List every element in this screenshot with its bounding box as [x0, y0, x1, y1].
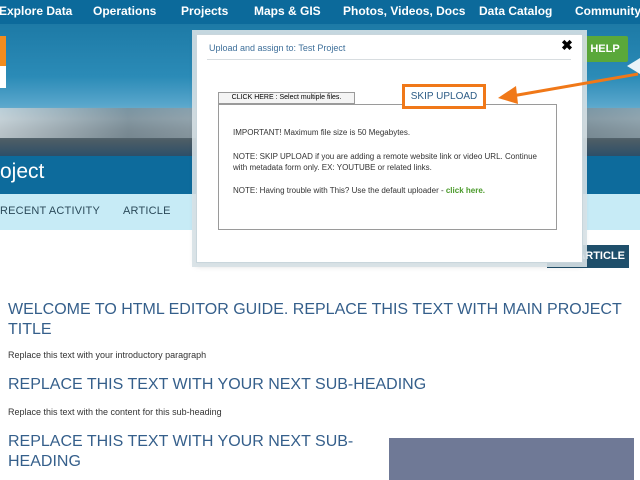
sub-heading-1: REPLACE THIS TEXT WITH YOUR NEXT SUB-HEA…	[8, 376, 427, 393]
main-title: WELCOME TO HTML EDITOR GUIDE. REPLACE TH…	[8, 301, 622, 338]
orange-arrow-icon	[498, 72, 639, 104]
important-note: IMPORTANT! Maximum file size is 50 Megab…	[233, 128, 411, 137]
tab-recent-activity[interactable]: RECENT ACTIVITY	[0, 205, 100, 217]
nav-operations[interactable]: Operations	[93, 4, 156, 18]
nav-projects[interactable]: Projects	[181, 4, 228, 18]
project-title: oject	[0, 160, 45, 183]
trouble-note-text: NOTE: Having trouble with This? Use the …	[233, 186, 446, 195]
site-logo-strip	[0, 66, 6, 88]
close-icon[interactable]: ✖	[560, 38, 574, 52]
trouble-note: NOTE: Having trouble with This? Use the …	[233, 185, 553, 196]
nav-explore-data[interactable]: Explore Data	[0, 4, 72, 18]
sub-heading-1-text: Replace this text with the content for t…	[8, 407, 222, 417]
content-image	[389, 438, 634, 480]
tab-article[interactable]: ARTICLE	[123, 205, 171, 217]
help-button[interactable]: HELP	[582, 36, 628, 62]
sub-heading-2: REPLACE THIS TEXT WITH YOUR NEXT SUB-HEA…	[8, 433, 354, 470]
nav-community[interactable]: Community	[575, 4, 640, 18]
select-files-button[interactable]: CLICK HERE : Select multiple files.	[218, 92, 355, 104]
skip-upload-note: NOTE: SKIP UPLOAD if you are adding a re…	[233, 152, 537, 172]
nav-photos-videos-docs[interactable]: Photos, Videos, Docs	[343, 4, 465, 18]
nav-maps-gis[interactable]: Maps & GIS	[254, 4, 321, 18]
modal-title: Upload and assign to: Test Project	[209, 43, 346, 53]
top-nav: Explore Data Operations Projects Maps & …	[0, 0, 640, 24]
nav-data-catalog[interactable]: Data Catalog	[479, 4, 552, 18]
upload-info-box: IMPORTANT! Maximum file size is 50 Megab…	[218, 104, 557, 230]
intro-paragraph: Replace this text with your introductory…	[8, 350, 207, 360]
skip-upload-button[interactable]: SKIP UPLOAD	[402, 84, 486, 109]
default-uploader-link[interactable]: click here.	[446, 186, 485, 195]
